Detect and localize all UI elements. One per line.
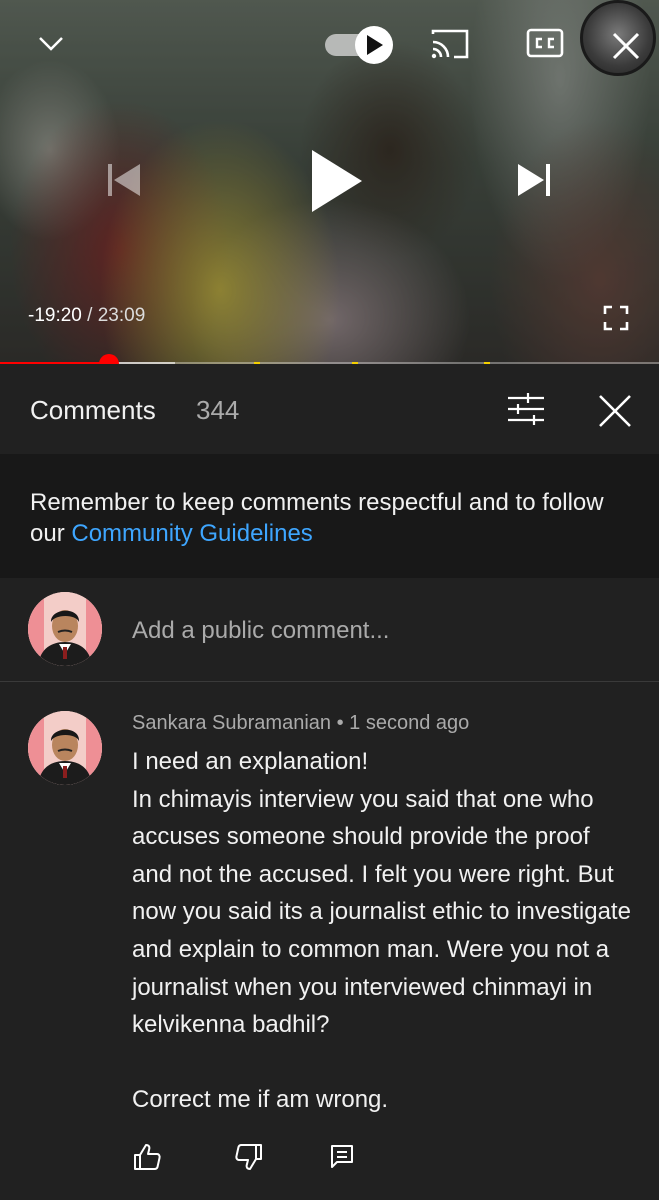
add-comment-row[interactable]: Add a public comment... xyxy=(0,578,659,682)
previous-icon[interactable] xyxy=(104,160,144,200)
commenter-avatar[interactable] xyxy=(28,711,102,785)
captions-icon[interactable] xyxy=(526,26,564,60)
close-icon[interactable] xyxy=(606,26,646,66)
chapter-marker xyxy=(254,362,260,364)
chevron-down-icon[interactable] xyxy=(36,28,66,58)
play-icon[interactable] xyxy=(306,148,364,214)
comments-header: Comments 344 xyxy=(0,366,659,454)
comment-text: I need an explanation! In chimayis inter… xyxy=(132,748,631,1114)
comment-time: 1 second ago xyxy=(349,712,470,734)
progress-played xyxy=(0,362,109,364)
time-display: -19:20 / 23:09 xyxy=(28,305,145,327)
comment-author[interactable]: Sankara Subramanian xyxy=(132,712,331,734)
comment-meta: Sankara Subramanian • 1 second ago xyxy=(132,712,469,735)
chapter-marker xyxy=(352,362,358,364)
guidelines-banner: Remember to keep comments respectful and… xyxy=(0,454,659,578)
progress-scrubber[interactable] xyxy=(98,354,119,364)
close-icon[interactable] xyxy=(596,392,634,430)
community-guidelines-link[interactable]: Community Guidelines xyxy=(71,520,312,547)
chapter-marker xyxy=(484,362,490,364)
comments-title: Comments xyxy=(30,395,156,425)
reply-icon[interactable] xyxy=(327,1142,357,1172)
comments-count: 344 xyxy=(196,395,240,425)
autoplay-toggle[interactable] xyxy=(325,26,393,64)
fullscreen-icon[interactable] xyxy=(602,304,630,332)
next-icon[interactable] xyxy=(514,160,554,200)
user-avatar xyxy=(28,592,102,666)
meta-separator: • xyxy=(331,712,350,734)
sort-filter-icon[interactable] xyxy=(506,392,546,426)
time-separator: / xyxy=(81,305,98,326)
dislike-icon[interactable] xyxy=(234,1142,264,1172)
play-icon xyxy=(355,26,393,64)
like-icon[interactable] xyxy=(132,1142,162,1172)
time-duration: 23:09 xyxy=(97,305,146,326)
video-player[interactable]: -19:20 / 23:09 xyxy=(0,0,659,364)
time-remaining: -19:20 xyxy=(28,305,82,326)
cast-icon[interactable] xyxy=(430,28,470,60)
add-comment-input[interactable]: Add a public comment... xyxy=(132,617,389,645)
